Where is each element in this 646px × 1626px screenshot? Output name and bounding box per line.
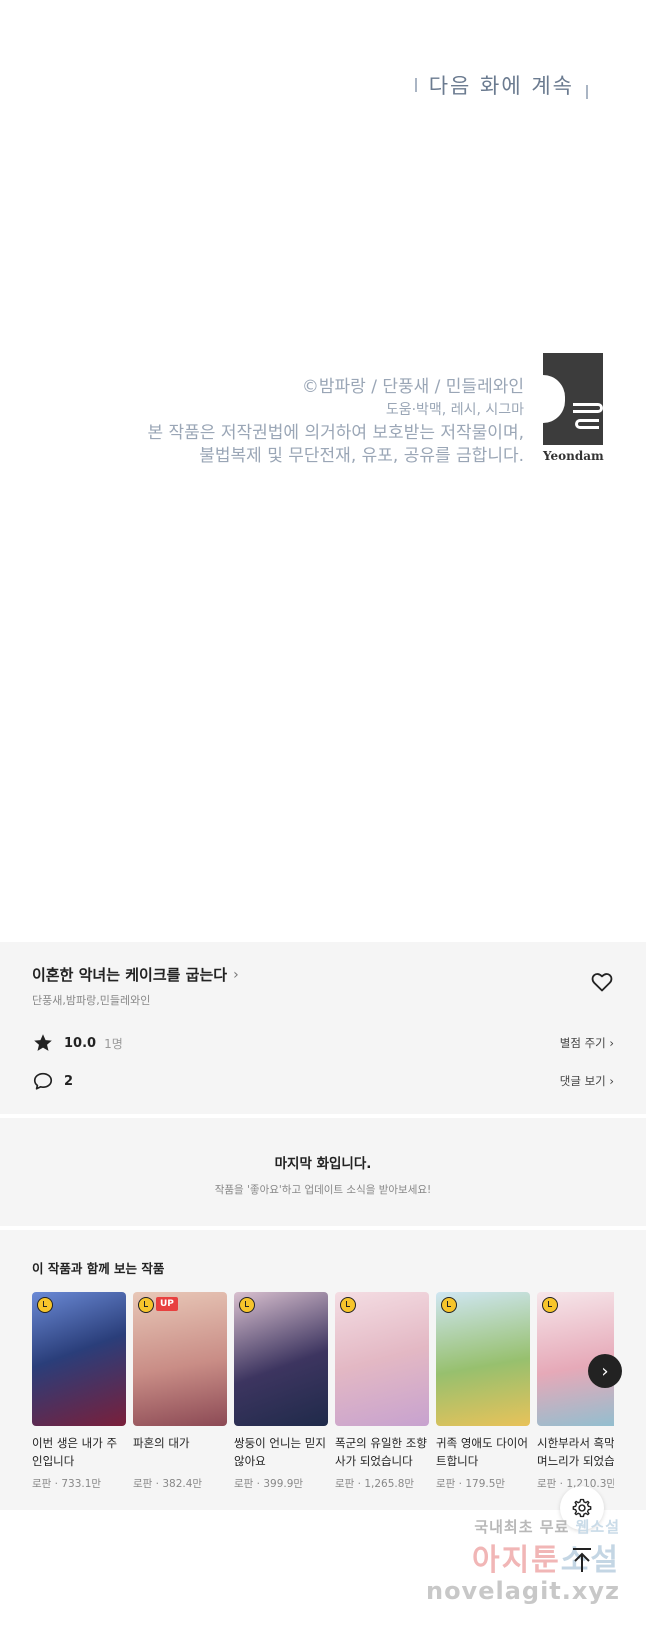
recommendation-title: 폭군의 유일한 조향사가 되었습니다 <box>335 1436 427 1468</box>
rate-button[interactable]: 별점 주기 › <box>560 1035 614 1051</box>
comic-panel: 다음 화에 계속 ©밤파랑 / 단풍새 / 민들레와인 도움·박맥, 레시, 시… <box>0 0 646 940</box>
work-title: 이혼한 악녀는 케이크를 굽는다 <box>32 966 228 984</box>
last-chapter-heading: 마지막 화입니다. <box>274 1156 372 1172</box>
recommendations-carousel: 이번 생은 내가 주인입니다 로판 · 733.1만 UP 파혼의 대가 로판 … <box>32 1292 614 1502</box>
recommendation-title: 쌍둥이 언니는 믿지 않아요 <box>234 1436 326 1468</box>
clock-icon <box>239 1297 255 1313</box>
watermark-line-1a: 국내최초 무료 <box>474 1518 570 1536</box>
recommendation-meta: 로판 · 382.4만 <box>133 1478 203 1490</box>
recommendation-title: 시한부라서 흑막의 며느리가 되었습니다 <box>537 1436 614 1468</box>
copyright-notice-2: 불법복제 및 무단전재, 유포, 공유를 금합니다. <box>199 446 524 466</box>
continue-caption: 다음 화에 계속 <box>414 70 588 100</box>
recommendation-meta: 로판 · 179.5만 <box>436 1478 506 1490</box>
rating-row: 10.0 1명 별점 주기 › <box>32 1032 614 1054</box>
recommendation-title: 이번 생은 내가 주인입니다 <box>32 1436 118 1468</box>
gear-icon <box>572 1498 592 1518</box>
publisher-logo-text: Yeondam <box>543 449 604 463</box>
recommendation-title: 귀족 영애도 다이어트합니다 <box>436 1436 528 1468</box>
clock-icon <box>340 1297 356 1313</box>
heart-icon[interactable] <box>590 970 614 994</box>
watermark-line-3: novelagit.xyz <box>425 1577 620 1605</box>
recommendation-meta: 로판 · 399.9만 <box>234 1478 304 1490</box>
clock-icon <box>441 1297 457 1313</box>
clock-icon <box>37 1297 53 1313</box>
comment-icon <box>33 1072 53 1090</box>
comment-count: 2 <box>64 1073 74 1089</box>
clock-icon <box>542 1297 558 1313</box>
recommendations-panel: 이 작품과 함께 보는 작품 이번 생은 내가 주인입니다 로판 · 733.1… <box>0 1230 646 1510</box>
work-authors: 단풍새,밤파랑,민들레와인 <box>32 994 151 1007</box>
comment-row: 2 댓글 보기 › <box>32 1070 614 1092</box>
work-title-link[interactable]: 이혼한 악녀는 케이크를 굽는다 › <box>32 964 239 985</box>
carousel-next-button[interactable]: › <box>588 1354 622 1388</box>
publisher-logo-mark <box>543 353 603 445</box>
caption-bar-left <box>414 78 417 92</box>
view-comments-button[interactable]: 댓글 보기 › <box>560 1073 614 1089</box>
copyright-credits: ©밤파랑 / 단풍새 / 민들레와인 도움·박맥, 레시, 시그마 본 작품은 … <box>147 376 524 468</box>
cover-thumbnail: UP <box>133 1292 227 1426</box>
watermark-line-2a: 아지툰 <box>471 1543 561 1578</box>
rate-button-label: 별점 주기 <box>559 1036 606 1050</box>
last-chapter-panel: 마지막 화입니다. 작품을 '좋아요'하고 업데이트 소식을 받아보세요! <box>0 1118 646 1226</box>
chevron-right-icon: › <box>233 966 239 983</box>
cover-thumbnail <box>32 1292 126 1426</box>
copyright-notice-1: 본 작품은 저작권법에 의거하여 보호받는 저작물이며, <box>147 423 524 443</box>
cover-thumbnail <box>335 1292 429 1426</box>
cover-thumbnail <box>436 1292 530 1426</box>
clock-icon <box>138 1297 154 1313</box>
recommendation-card[interactable]: 귀족 영애도 다이어트합니다 로판 · 179.5만 <box>436 1292 530 1491</box>
recommendation-card[interactable]: 시한부라서 흑막의 며느리가 되었습니다 로판 · 1,210.3만 <box>537 1292 614 1491</box>
recommendation-meta: 로판 · 1,265.8만 <box>335 1478 415 1490</box>
credit-authors: ©밤파랑 / 단풍새 / 민들레와인 <box>301 377 524 397</box>
last-chapter-message: 작품을 '좋아요'하고 업데이트 소식을 받아보세요! <box>214 1184 432 1196</box>
recommendations-heading: 이 작품과 함께 보는 작품 <box>32 1261 165 1276</box>
scroll-to-top-icon[interactable] <box>570 1546 594 1574</box>
recommendation-card[interactable]: 폭군의 유일한 조향사가 되었습니다 로판 · 1,265.8만 <box>335 1292 429 1491</box>
view-comments-label: 댓글 보기 <box>559 1074 606 1088</box>
publisher-logo: Yeondam <box>543 353 604 465</box>
recommendation-card[interactable]: UP 파혼의 대가 로판 · 382.4만 <box>133 1292 227 1491</box>
work-info-panel: 이혼한 악녀는 케이크를 굽는다 › 단풍새,밤파랑,민들레와인 10.0 1명… <box>0 942 646 1114</box>
rating-value: 10.0 <box>64 1035 97 1051</box>
recommendation-title: 파혼의 대가 <box>133 1436 190 1450</box>
recommendation-meta: 로판 · 733.1만 <box>32 1478 102 1490</box>
chevron-right-icon: › <box>601 1360 609 1382</box>
credit-assistants: 도움·박맥, 레시, 시그마 <box>385 402 524 418</box>
caption-bar-right <box>586 85 588 99</box>
recommendation-card[interactable]: 이번 생은 내가 주인입니다 로판 · 733.1만 <box>32 1292 126 1491</box>
continue-text: 다음 화에 계속 <box>428 74 574 98</box>
rating-count: 1명 <box>104 1036 123 1051</box>
up-badge: UP <box>156 1297 178 1311</box>
cover-thumbnail <box>234 1292 328 1426</box>
star-icon <box>34 1034 52 1051</box>
recommendation-card[interactable]: 쌍둥이 언니는 믿지 않아요 로판 · 399.9만 <box>234 1292 328 1491</box>
settings-button[interactable] <box>560 1486 604 1530</box>
